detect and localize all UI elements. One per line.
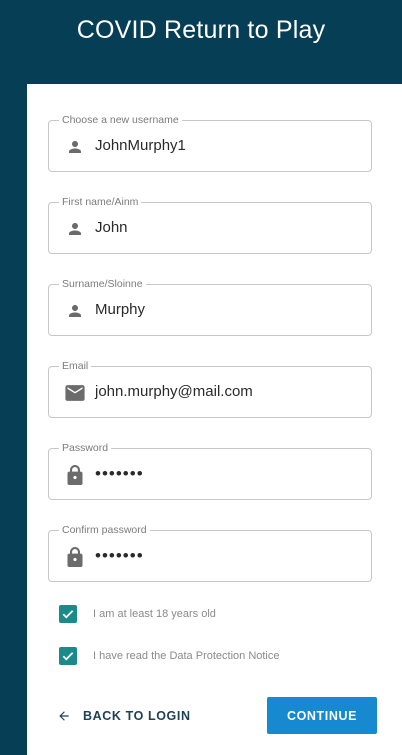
- lock-icon: [65, 465, 85, 485]
- data-protection-checkbox[interactable]: [59, 647, 77, 665]
- person-icon: [65, 301, 85, 321]
- confirm-password-field[interactable]: Confirm password •••••••: [48, 523, 372, 582]
- back-to-login-button[interactable]: BACK TO LOGIN: [57, 704, 191, 728]
- data-protection-row: I have read the Data Protection Notice: [59, 646, 280, 666]
- age-confirm-row: I am at least 18 years old: [59, 604, 216, 624]
- continue-button[interactable]: CONTINUE: [267, 697, 377, 734]
- lock-icon: [65, 547, 85, 567]
- username-value: JohnMurphy1: [95, 137, 186, 154]
- person-icon: [65, 137, 85, 157]
- surname-field[interactable]: Surname/Sloinne Murphy: [48, 277, 372, 336]
- email-field[interactable]: Email john.murphy@mail.com: [48, 359, 372, 418]
- email-value: john.murphy@mail.com: [95, 383, 253, 400]
- email-label: Email: [59, 359, 92, 373]
- back-to-login-label: BACK TO LOGIN: [83, 709, 191, 723]
- first-name-value: John: [95, 219, 128, 236]
- checkmark-icon: [62, 610, 74, 619]
- confirm-password-value: •••••••: [95, 546, 144, 565]
- surname-value: Murphy: [95, 301, 146, 318]
- page-title: COVID Return to Play: [76, 15, 326, 44]
- username-field[interactable]: Choose a new username JohnMurphy1: [48, 113, 372, 172]
- checkmark-icon: [62, 652, 74, 661]
- arrow-left-icon: [59, 711, 69, 721]
- person-icon: [65, 219, 85, 239]
- data-protection-checkbox-label: I have read the Data Protection Notice: [93, 650, 280, 662]
- age-checkbox-label: I am at least 18 years old: [93, 608, 216, 620]
- password-field[interactable]: Password •••••••: [48, 441, 372, 500]
- first-name-field[interactable]: First name/Ainm John: [48, 195, 372, 254]
- registration-card: Choose a new username JohnMurphy1 First …: [27, 84, 402, 755]
- password-value: •••••••: [95, 464, 144, 483]
- age-checkbox[interactable]: [59, 605, 77, 623]
- mail-icon: [65, 383, 85, 403]
